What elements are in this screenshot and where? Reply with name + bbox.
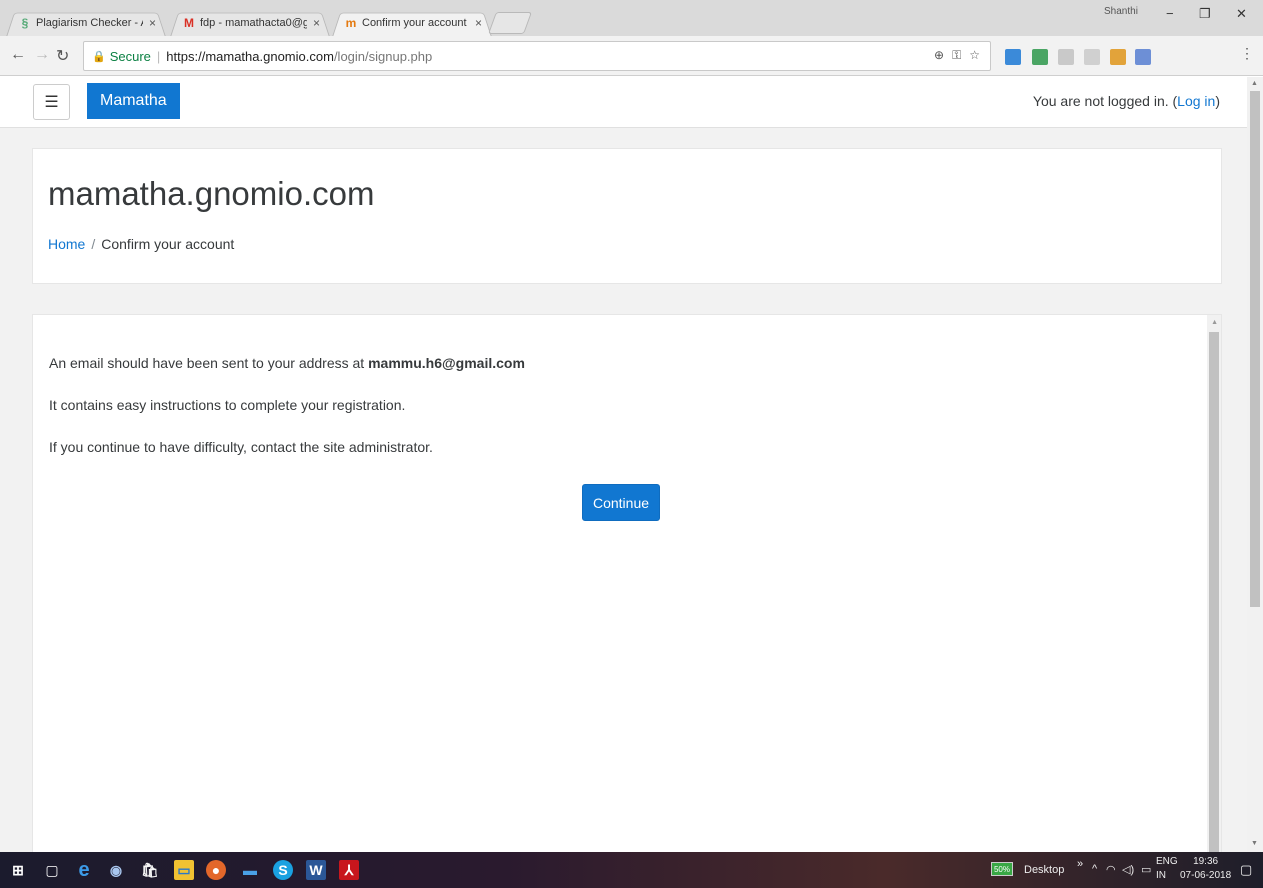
desktop-toolbar[interactable]: Desktop	[1024, 864, 1064, 876]
breadcrumb: Home / Confirm your account	[48, 236, 234, 252]
gmail-icon: M	[184, 16, 194, 30]
page-scrollbar[interactable]: ▲ ▼	[1247, 77, 1263, 852]
continue-button[interactable]: Continue	[582, 484, 660, 521]
url-divider: |	[156, 48, 161, 64]
clock-time: 19:36	[1193, 856, 1219, 867]
main-content: An email should have been sent to your a…	[32, 314, 1222, 852]
secure-label: Secure	[109, 48, 151, 64]
extension-icon[interactable]	[1032, 49, 1048, 65]
moodle-icon: m	[345, 16, 357, 30]
app-icon[interactable]: ◉	[106, 860, 126, 880]
extension-icon[interactable]	[1135, 49, 1151, 65]
chevron-double-icon[interactable]: »	[1077, 858, 1083, 870]
clock[interactable]: 19:36 07-06-2018	[1180, 855, 1231, 883]
bookmark-star-icon[interactable]: ☆	[969, 48, 980, 63]
volume-icon[interactable]: ◁)	[1122, 863, 1134, 876]
browser-toolbar: ← → ↻ 🔒 Secure | https://mamatha.gnomio.…	[0, 36, 1263, 76]
email-sent-message: An email should have been sent to your a…	[49, 355, 525, 371]
page-viewport: ☰ Mamatha You are not logged in. (Log in…	[0, 77, 1247, 852]
profile-name[interactable]: Shanthi	[1104, 6, 1138, 17]
login-status-close: )	[1215, 93, 1220, 109]
word-icon[interactable]: W	[306, 860, 326, 880]
chevron-up-icon[interactable]: ^	[1092, 863, 1097, 875]
chrome-icon[interactable]: ●	[206, 860, 226, 880]
tab-title: Plagiarism Checker - A Fr	[36, 17, 143, 29]
breadcrumb-current: Confirm your account	[101, 236, 235, 252]
acrobat-icon[interactable]: ⅄	[339, 860, 359, 880]
extension-icon[interactable]	[1110, 49, 1126, 65]
scroll-down-icon[interactable]: ▼	[1251, 840, 1258, 847]
forward-icon[interactable]: →	[34, 46, 50, 64]
region-code: IN	[1156, 870, 1166, 881]
battery-icon[interactable]: 50%	[991, 862, 1013, 876]
extension-icon[interactable]	[1005, 49, 1021, 65]
tab-gmail[interactable]: M fdp - mamathacta0@gm ×	[170, 9, 330, 37]
chrome-menu-icon[interactable]: ⋮	[1240, 45, 1254, 62]
login-info: You are not logged in. (Log in)	[1033, 93, 1220, 109]
key-icon[interactable]: ⚿	[952, 48, 961, 63]
tab-title: Confirm your account	[362, 17, 467, 29]
tab-title: fdp - mamathacta0@gm	[200, 17, 307, 29]
extension-icon[interactable]	[1084, 49, 1100, 65]
tab-confirm-account[interactable]: m Confirm your account ×	[332, 9, 492, 37]
page-scroll-thumb[interactable]	[1250, 91, 1260, 607]
browser-tab-strip: § Plagiarism Checker - A Fr × M fdp - ma…	[0, 0, 1263, 37]
minimize-icon[interactable]: −	[1166, 6, 1174, 21]
plagiarism-logo-icon: §	[21, 16, 29, 30]
email-address: mammu.h6@gmail.com	[368, 355, 525, 371]
edge-icon[interactable]: e	[74, 859, 94, 881]
content-scroll-thumb[interactable]	[1209, 332, 1219, 852]
breadcrumb-home-link[interactable]: Home	[48, 236, 85, 252]
scroll-up-icon[interactable]: ▲	[1211, 319, 1218, 326]
login-status-text: You are not logged in. (	[1032, 93, 1178, 109]
extension-icon[interactable]	[1058, 49, 1074, 65]
store-icon[interactable]: 🛍	[140, 860, 160, 880]
back-icon[interactable]: ←	[10, 46, 26, 64]
close-tab-icon[interactable]: ×	[149, 16, 156, 30]
content-scrollbar[interactable]: ▲	[1207, 315, 1221, 852]
file-explorer-icon[interactable]: ▭	[174, 860, 194, 880]
breadcrumb-divider: /	[91, 236, 96, 252]
email-sent-text: An email should have been sent to your a…	[49, 355, 369, 371]
url-host: https://mamatha.gnomio.com	[166, 48, 334, 64]
tab-plagiarism-checker[interactable]: § Plagiarism Checker - A Fr ×	[6, 9, 166, 37]
language-indicator[interactable]: ENG IN	[1156, 855, 1178, 883]
language-code: ENG	[1156, 856, 1178, 867]
notifications-icon[interactable]: ▢	[1240, 862, 1252, 878]
close-tab-icon[interactable]: ×	[313, 16, 320, 30]
hamburger-menu-icon[interactable]: ☰	[33, 84, 70, 120]
close-tab-icon[interactable]: ×	[475, 16, 482, 30]
site-navbar: ☰ Mamatha You are not logged in. (Log in…	[0, 77, 1247, 128]
zoom-icon[interactable]: ⊕	[934, 48, 944, 63]
lock-icon: 🔒	[92, 50, 106, 63]
difficulty-message: If you continue to have difficulty, cont…	[49, 439, 433, 455]
url-path: /login/signup.php	[333, 48, 433, 64]
close-window-icon[interactable]: ✕	[1236, 6, 1247, 22]
task-view-icon[interactable]: ▢	[42, 860, 62, 880]
scroll-up-icon[interactable]: ▲	[1251, 80, 1258, 87]
clock-date: 07-06-2018	[1180, 870, 1232, 881]
site-brand-link[interactable]: Mamatha	[87, 83, 180, 119]
address-bar[interactable]: 🔒 Secure | https://mamatha.gnomio.com /l…	[83, 41, 991, 71]
restore-icon[interactable]: ❐	[1199, 6, 1211, 22]
login-link[interactable]: Log in	[1177, 93, 1215, 109]
new-tab-button[interactable]	[487, 12, 533, 34]
windows-start-icon[interactable]: ⊞	[8, 860, 28, 880]
instructions-message: It contains easy instructions to complet…	[49, 397, 406, 413]
page-title: mamatha.gnomio.com	[48, 175, 375, 212]
skype-icon[interactable]: S	[273, 860, 293, 880]
keyboard-icon[interactable]: ▭	[1141, 863, 1151, 876]
remote-desktop-icon[interactable]: ▬	[240, 860, 260, 880]
page-header: mamatha.gnomio.com Home / Confirm your acc…	[32, 148, 1222, 284]
wifi-icon[interactable]: ◠	[1106, 863, 1116, 876]
reload-icon[interactable]: ↻	[56, 46, 69, 66]
windows-taskbar: ⊞ ▢ e ◉ 🛍 ▭ ● ▬ S W ⅄ 50% Desktop » ^ ◠ …	[0, 852, 1263, 888]
